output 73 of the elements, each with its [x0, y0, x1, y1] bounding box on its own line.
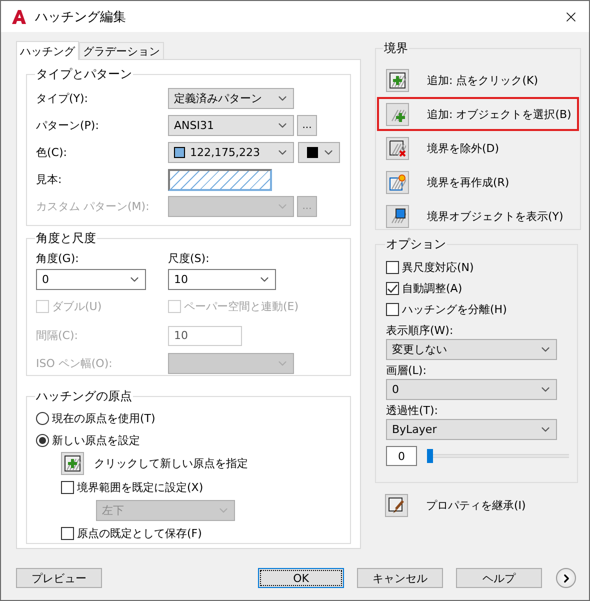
checkbox-label: ペーパー空間と連動(E): [184, 298, 299, 314]
field-label: 間隔(C):: [36, 328, 79, 343]
radio-label: 新しい原点を設定: [52, 432, 140, 448]
remove-boundary-icon: [389, 140, 406, 156]
field-label: 表示順序(W):: [386, 323, 454, 339]
input-field[interactable]: 0: [386, 446, 417, 466]
button-label: 追加: 点をクリック(K): [427, 72, 538, 88]
field-label: カスタム パターン(M):: [36, 199, 150, 214]
checkbox[interactable]: [386, 261, 399, 274]
checkbox[interactable]: [61, 526, 74, 540]
field-label: 尺度(S):: [168, 250, 210, 266]
browse-button[interactable]: ...: [297, 115, 317, 136]
checkbox[interactable]: [386, 303, 399, 316]
button-label: 境界を除外(D): [427, 140, 500, 156]
field-label: タイプ(Y):: [36, 91, 90, 106]
dialog-button[interactable]: プレビュー: [16, 568, 102, 588]
group-title: 角度と尺度: [35, 230, 97, 247]
dropdown[interactable]: 0: [36, 268, 146, 290]
field-label: ISO ペン幅(O):: [36, 356, 114, 370]
inherit-properties-button[interactable]: [385, 494, 408, 516]
button-label: 追加: オブジェクトを選択(B): [427, 106, 572, 122]
radio-label: 現在の原点を使用(T): [52, 410, 156, 426]
slider-thumb[interactable]: [427, 449, 433, 463]
recreate-boundary-icon: [389, 174, 406, 190]
checkbox[interactable]: [386, 282, 399, 295]
dropdown[interactable]: ByLayer: [386, 419, 557, 440]
dialog-button[interactable]: キャンセル: [357, 568, 443, 588]
radio-button[interactable]: [36, 412, 49, 424]
boundary-tool-button[interactable]: [386, 170, 409, 194]
button-label: 境界オブジェクトを表示(Y): [427, 208, 564, 224]
field-label: 角度(G):: [36, 250, 80, 266]
checkbox-label: 境界範囲を既定に設定(X): [77, 480, 204, 494]
group-title: ハッチングの原点: [35, 388, 133, 405]
button-label: 境界を再作成(R): [427, 174, 510, 190]
tab[interactable]: グラデーション: [79, 42, 164, 59]
paintbrush-icon: [388, 496, 405, 514]
field-label: パターン(P):: [36, 118, 100, 133]
dropdown[interactable]: 0: [386, 379, 557, 400]
add-point-icon: [389, 72, 406, 88]
boundary-tool-button[interactable]: [386, 136, 409, 160]
checkbox-label: 異尺度対応(N): [402, 260, 474, 275]
window-title: ハッチング編集: [35, 8, 127, 26]
field-label: 色(C):: [36, 145, 68, 160]
button-label: クリックして新しい原点を指定: [94, 456, 248, 471]
expand-button[interactable]: [556, 568, 576, 588]
dropdown[interactable]: 定義済みパターン: [168, 88, 294, 109]
group-title: オプション: [385, 236, 447, 253]
tab[interactable]: ハッチング: [16, 41, 79, 60]
field-label: 透過性(T):: [386, 403, 440, 419]
color-dropdown[interactable]: 122,175,223: [168, 142, 294, 163]
boundary-tool-button[interactable]: [386, 204, 409, 228]
dialog-button[interactable]: ヘルプ: [456, 568, 542, 588]
show-boundary-icon: [389, 208, 406, 224]
dropdown[interactable]: ANSI31: [168, 115, 294, 136]
checkbox-label: 原点の既定として保存(F): [77, 526, 202, 540]
add-point-icon: [64, 455, 81, 472]
group-title: タイプとパターン: [35, 66, 133, 83]
boundary-tool-button[interactable]: [386, 68, 409, 92]
radio-button[interactable]: [36, 434, 49, 446]
button-label: プロパティを継承(I): [426, 498, 526, 512]
checkbox-label: ハッチングを分離(H): [402, 302, 507, 317]
checkbox[interactable]: [61, 480, 74, 494]
group-title: 境界: [383, 40, 409, 57]
app-logo-icon: [11, 8, 27, 24]
field-label: 画層(L):: [386, 363, 428, 379]
dialog-button[interactable]: OK: [258, 568, 344, 588]
checkbox-label: 自動調整(A): [402, 281, 462, 296]
dropdown[interactable]: 10: [168, 268, 276, 290]
background-color-dropdown[interactable]: [298, 142, 340, 163]
field-label: 見本:: [36, 172, 63, 187]
checkbox-label: ダブル(U): [52, 298, 102, 314]
pick-point-button[interactable]: [61, 452, 84, 475]
dropdown[interactable]: 変更しない: [386, 339, 557, 360]
